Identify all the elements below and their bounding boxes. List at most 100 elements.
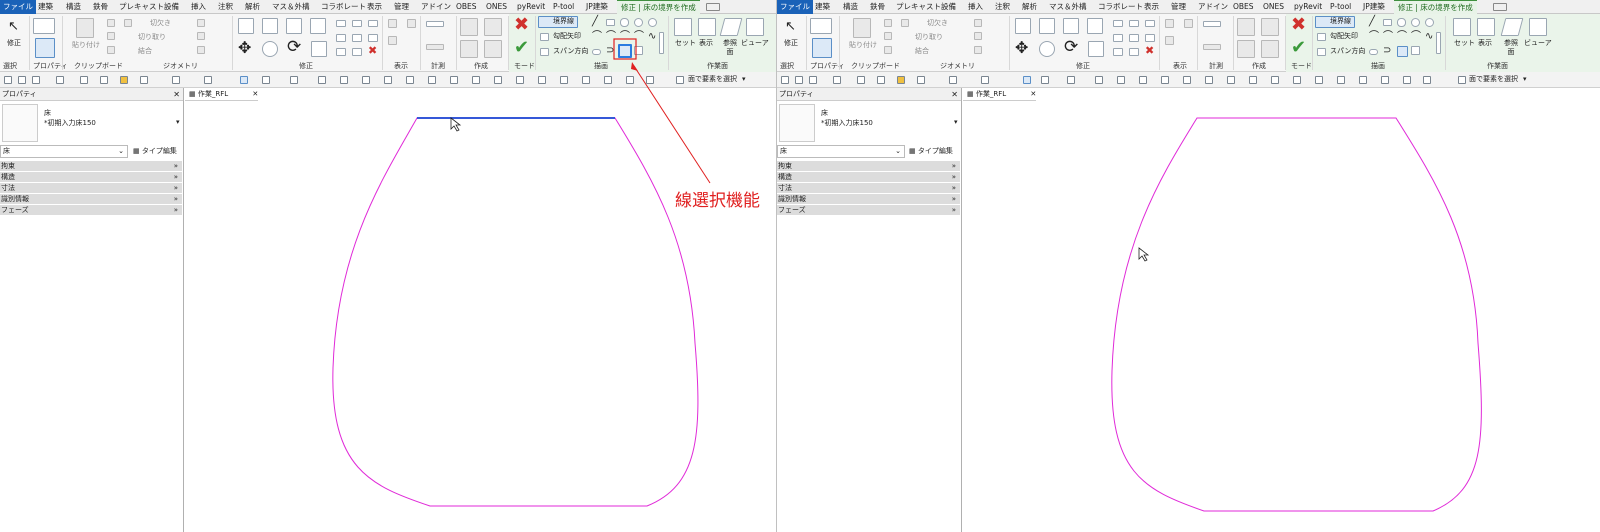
tab-annotate[interactable]: 注釈 <box>218 0 233 14</box>
open-icon[interactable] <box>781 76 789 84</box>
tab-systems[interactable]: 設備 <box>164 0 179 14</box>
tool-e-icon[interactable] <box>406 76 414 84</box>
tab-insert[interactable]: 挿入 <box>191 0 206 14</box>
tool-e-icon[interactable] <box>1183 76 1191 84</box>
measure-icon[interactable] <box>426 21 444 27</box>
move-icon[interactable]: ✥ <box>238 40 251 56</box>
floor-boundary-sketch[interactable] <box>963 88 1600 532</box>
viewer-icon[interactable] <box>746 18 764 36</box>
tab-obes[interactable]: OBES <box>456 0 477 14</box>
tab-view[interactable]: 表示 <box>367 0 382 14</box>
pin-icon[interactable] <box>352 20 362 27</box>
tool-g-icon[interactable] <box>1227 76 1235 84</box>
category-phasing[interactable]: フェーズ » <box>0 205 182 216</box>
tab-collaborate[interactable]: コラボレート <box>1098 0 1143 14</box>
3d-view-icon[interactable] <box>204 76 212 84</box>
tab-file[interactable]: ファイル <box>0 0 36 14</box>
close-windows-icon[interactable] <box>1041 76 1049 84</box>
draw-arc-start-icon[interactable]: ⌒ <box>592 32 602 42</box>
move-icon[interactable]: ✥ <box>1015 40 1028 56</box>
save-icon[interactable] <box>18 76 26 84</box>
category-constraints[interactable]: 拘束 » <box>0 161 182 172</box>
align-icon[interactable] <box>1015 18 1031 34</box>
pick-walls-icon[interactable] <box>1411 46 1420 55</box>
copy-icon[interactable] <box>884 32 892 40</box>
dimension-qat-icon[interactable] <box>917 76 925 84</box>
tool-b-icon[interactable] <box>340 76 348 84</box>
tool-i-icon[interactable] <box>494 76 502 84</box>
delete-icon[interactable]: ✖ <box>368 45 377 56</box>
close-icon[interactable]: ✕ <box>951 88 958 101</box>
cancel-edit-icon[interactable]: ✖ <box>1291 16 1306 34</box>
geometry-icon-a[interactable] <box>197 19 205 27</box>
show-work-plane-icon[interactable] <box>698 18 716 36</box>
close-windows-icon[interactable] <box>262 76 270 84</box>
draw-line-icon[interactable]: ╱ <box>1369 17 1375 27</box>
rotate-icon[interactable]: ⟳ <box>287 39 301 56</box>
thin-lines-icon[interactable] <box>1023 76 1031 84</box>
split-icon[interactable] <box>336 20 346 27</box>
category-identity[interactable]: 識別情報 » <box>777 194 960 205</box>
close-icon[interactable]: ✕ <box>173 88 180 101</box>
view-linework-icon[interactable] <box>1184 19 1193 28</box>
unpin-icon[interactable] <box>1129 34 1139 42</box>
tool-n-icon[interactable] <box>1381 76 1389 84</box>
tab-addins[interactable]: アドイン <box>1198 0 1228 14</box>
offset-icon[interactable] <box>262 18 278 34</box>
tool-f-icon[interactable] <box>428 76 436 84</box>
modify-arrow-icon[interactable]: ↖ <box>785 20 797 34</box>
cut-icon[interactable] <box>884 19 892 27</box>
tab-systems[interactable]: 設備 <box>941 0 956 14</box>
switch-windows-icon[interactable] <box>1067 76 1075 84</box>
tab-pyrevit[interactable]: pyRevit <box>517 0 545 14</box>
properties-icon[interactable] <box>33 18 55 34</box>
draw-arc-icon[interactable] <box>648 18 657 27</box>
draw-spline-icon[interactable]: ∿ <box>1425 32 1433 42</box>
tab-ptool[interactable]: P-tool <box>553 0 574 14</box>
tool-g-icon[interactable] <box>450 76 458 84</box>
viewer-icon[interactable] <box>1529 18 1547 36</box>
category-phasing[interactable]: フェーズ » <box>777 205 960 216</box>
category-structure[interactable]: 構造 » <box>0 172 182 183</box>
tool-h-icon[interactable] <box>472 76 480 84</box>
unlock-icon[interactable] <box>368 34 378 42</box>
dimension-icon[interactable] <box>1203 44 1221 50</box>
geometry-icon-c[interactable] <box>974 46 982 54</box>
edit-type-button[interactable]: ▦ タイプ編集 <box>133 145 177 158</box>
array-icon[interactable] <box>1113 34 1123 42</box>
tool-n-icon[interactable] <box>604 76 612 84</box>
select-by-face-checkbox[interactable] <box>676 76 684 84</box>
tab-massing[interactable]: マス＆外構 <box>272 0 310 14</box>
create-group-icon[interactable] <box>1261 18 1279 36</box>
draw-fillet-icon[interactable]: ⌒ <box>634 32 644 42</box>
show-work-plane-icon[interactable] <box>1477 18 1495 36</box>
draw-circle-icon[interactable] <box>1411 18 1420 27</box>
category-dimensions[interactable]: 寸法 » <box>777 183 960 194</box>
edit-type-button[interactable]: ▦ タイプ編集 <box>909 145 953 158</box>
category-constraints[interactable]: 拘束 » <box>777 161 960 172</box>
view-linework-icon[interactable] <box>407 19 416 28</box>
draw-arc-tangent-icon[interactable]: ⌒ <box>1397 32 1407 42</box>
geometry-icon-c[interactable] <box>197 46 205 54</box>
pick-lines-button[interactable] <box>1397 46 1408 57</box>
tab-file[interactable]: ファイル <box>777 0 813 14</box>
view-options-dropdown[interactable] <box>1493 3 1507 11</box>
sync-icon[interactable] <box>32 76 40 84</box>
properties-active-icon[interactable] <box>35 38 55 58</box>
view-options-dropdown[interactable] <box>706 3 720 11</box>
tool-l-icon[interactable] <box>1337 76 1345 84</box>
create-assembly-icon[interactable] <box>1261 40 1279 58</box>
floor-boundary-sketch[interactable] <box>185 88 776 532</box>
tab-insert[interactable]: 挿入 <box>968 0 983 14</box>
chevron-down-icon[interactable]: ▾ <box>176 118 180 127</box>
draw-polygon-icon[interactable] <box>620 18 629 27</box>
tab-addins[interactable]: アドイン <box>421 0 451 14</box>
qat-dropdown-icon[interactable]: ▾ <box>1523 75 1527 84</box>
dimension-qat-icon[interactable] <box>140 76 148 84</box>
split-gap-icon[interactable] <box>1129 48 1139 56</box>
switch-windows-icon[interactable] <box>290 76 298 84</box>
geometry-icon-a[interactable] <box>974 19 982 27</box>
tab-annotate[interactable]: 注釈 <box>995 0 1010 14</box>
tool-h-icon[interactable] <box>1249 76 1257 84</box>
category-identity[interactable]: 識別情報 » <box>0 194 182 205</box>
